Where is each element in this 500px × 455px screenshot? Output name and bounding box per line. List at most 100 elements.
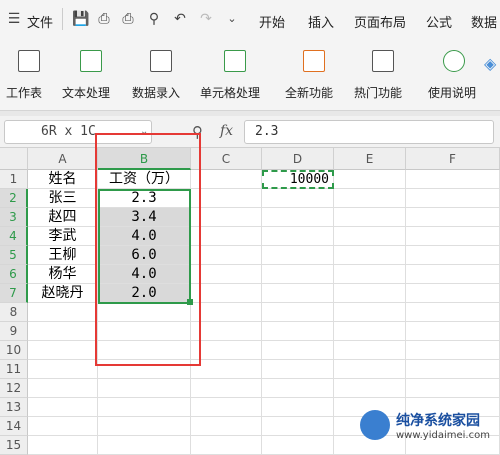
column-header-d[interactable]: D [262,148,334,170]
row-header-13[interactable]: 13 [0,398,28,417]
cell-d6[interactable] [262,265,334,284]
column-header-e[interactable]: E [334,148,406,170]
cell-d4[interactable] [262,227,334,246]
cell-a10[interactable] [28,341,98,360]
formula-input[interactable]: 2.3 [244,120,494,144]
cell-a15[interactable] [28,436,98,455]
cell-a13[interactable] [28,398,98,417]
cell-d5[interactable] [262,246,334,265]
row-header-10[interactable]: 10 [0,341,28,360]
cell-f2[interactable] [406,189,500,208]
cell-e6[interactable] [334,265,406,284]
cell-d7[interactable] [262,284,334,303]
cell-a1[interactable]: 姓名 [28,170,98,189]
row-header-4[interactable]: 4 [0,227,28,246]
cell-d12[interactable] [262,379,334,398]
row-header-7[interactable]: 7 [0,284,28,303]
cell-e5[interactable] [334,246,406,265]
cell-a11[interactable] [28,360,98,379]
row-header-8[interactable]: 8 [0,303,28,322]
ribbon-help[interactable]: 使用说明 [428,48,480,104]
export-pdf-icon[interactable]: ⎙ [96,10,112,28]
cell-f6[interactable] [406,265,500,284]
tab-data[interactable]: 数据 [471,12,497,31]
cell-d11[interactable] [262,360,334,379]
row-header-2[interactable]: 2 [0,189,28,208]
cell-e1[interactable] [334,170,406,189]
cell-a4[interactable]: 李武 [28,227,98,246]
cell-e10[interactable] [334,341,406,360]
cell-f8[interactable] [406,303,500,322]
cell-a5[interactable]: 王柳 [28,246,98,265]
row-header-3[interactable]: 3 [0,208,28,227]
tab-insert[interactable]: 插入 [308,12,334,31]
cell-a14[interactable] [28,417,98,436]
row-header-5[interactable]: 5 [0,246,28,265]
print-preview-icon[interactable]: ⚲ [146,10,162,28]
row-header-11[interactable]: 11 [0,360,28,379]
chevron-down-icon[interactable]: ⌄ [224,10,240,28]
row-header-1[interactable]: 1 [0,170,28,189]
row-header-14[interactable]: 14 [0,417,28,436]
cell-e3[interactable] [334,208,406,227]
cell-f9[interactable] [406,322,500,341]
cell-e2[interactable] [334,189,406,208]
cell-c3[interactable] [191,208,262,227]
cell-b14[interactable] [98,417,191,436]
cell-c15[interactable] [191,436,262,455]
row-header-15[interactable]: 15 [0,436,28,455]
cell-e8[interactable] [334,303,406,322]
cell-d10[interactable] [262,341,334,360]
row-header-12[interactable]: 12 [0,379,28,398]
select-all-corner[interactable] [0,148,28,170]
cell-f7[interactable] [406,284,500,303]
ribbon-hot-feature[interactable]: 热门功能 [354,48,414,104]
row-header-9[interactable]: 9 [0,322,28,341]
cell-d3[interactable] [262,208,334,227]
column-header-c[interactable]: C [191,148,262,170]
cell-c2[interactable] [191,189,262,208]
redo-icon[interactable]: ↷ [198,10,214,28]
tab-home[interactable]: 开始 [259,12,285,31]
cell-a9[interactable] [28,322,98,341]
cell-a7[interactable]: 赵晓丹 [28,284,98,303]
cell-d14[interactable] [262,417,334,436]
print-icon[interactable]: ⎙ [120,10,136,28]
cell-f1[interactable] [406,170,500,189]
fx-icon[interactable]: fx [220,123,233,139]
column-header-a[interactable]: A [28,148,98,170]
cell-a8[interactable] [28,303,98,322]
cell-c14[interactable] [191,417,262,436]
cell-f3[interactable] [406,208,500,227]
save-icon[interactable]: 💾 [72,10,89,28]
cell-c5[interactable] [191,246,262,265]
ribbon-worksheet[interactable]: 工作表 [6,48,56,104]
cell-c11[interactable] [191,360,262,379]
cell-d8[interactable] [262,303,334,322]
cell-c10[interactable] [191,341,262,360]
cell-e9[interactable] [334,322,406,341]
file-menu[interactable]: 文件 [27,12,53,31]
row-header-6[interactable]: 6 [0,265,28,284]
ribbon-cell-process[interactable]: 单元格处理 [200,48,272,104]
cell-d13[interactable] [262,398,334,417]
cell-c6[interactable] [191,265,262,284]
tag-icon[interactable]: ◈ [484,54,496,73]
cell-c4[interactable] [191,227,262,246]
ribbon-new-feature[interactable]: 全新功能 [285,48,345,104]
cell-a12[interactable] [28,379,98,398]
cell-e12[interactable] [334,379,406,398]
cell-e4[interactable] [334,227,406,246]
cell-f4[interactable] [406,227,500,246]
cell-f10[interactable] [406,341,500,360]
cell-f5[interactable] [406,246,500,265]
ribbon-text-process[interactable]: 文本处理 [62,48,122,104]
cell-e7[interactable] [334,284,406,303]
tab-formulas[interactable]: 公式 [426,12,452,31]
column-header-f[interactable]: F [406,148,500,170]
cell-f11[interactable] [406,360,500,379]
cell-c7[interactable] [191,284,262,303]
cell-b15[interactable] [98,436,191,455]
cell-c12[interactable] [191,379,262,398]
cell-d15[interactable] [262,436,334,455]
